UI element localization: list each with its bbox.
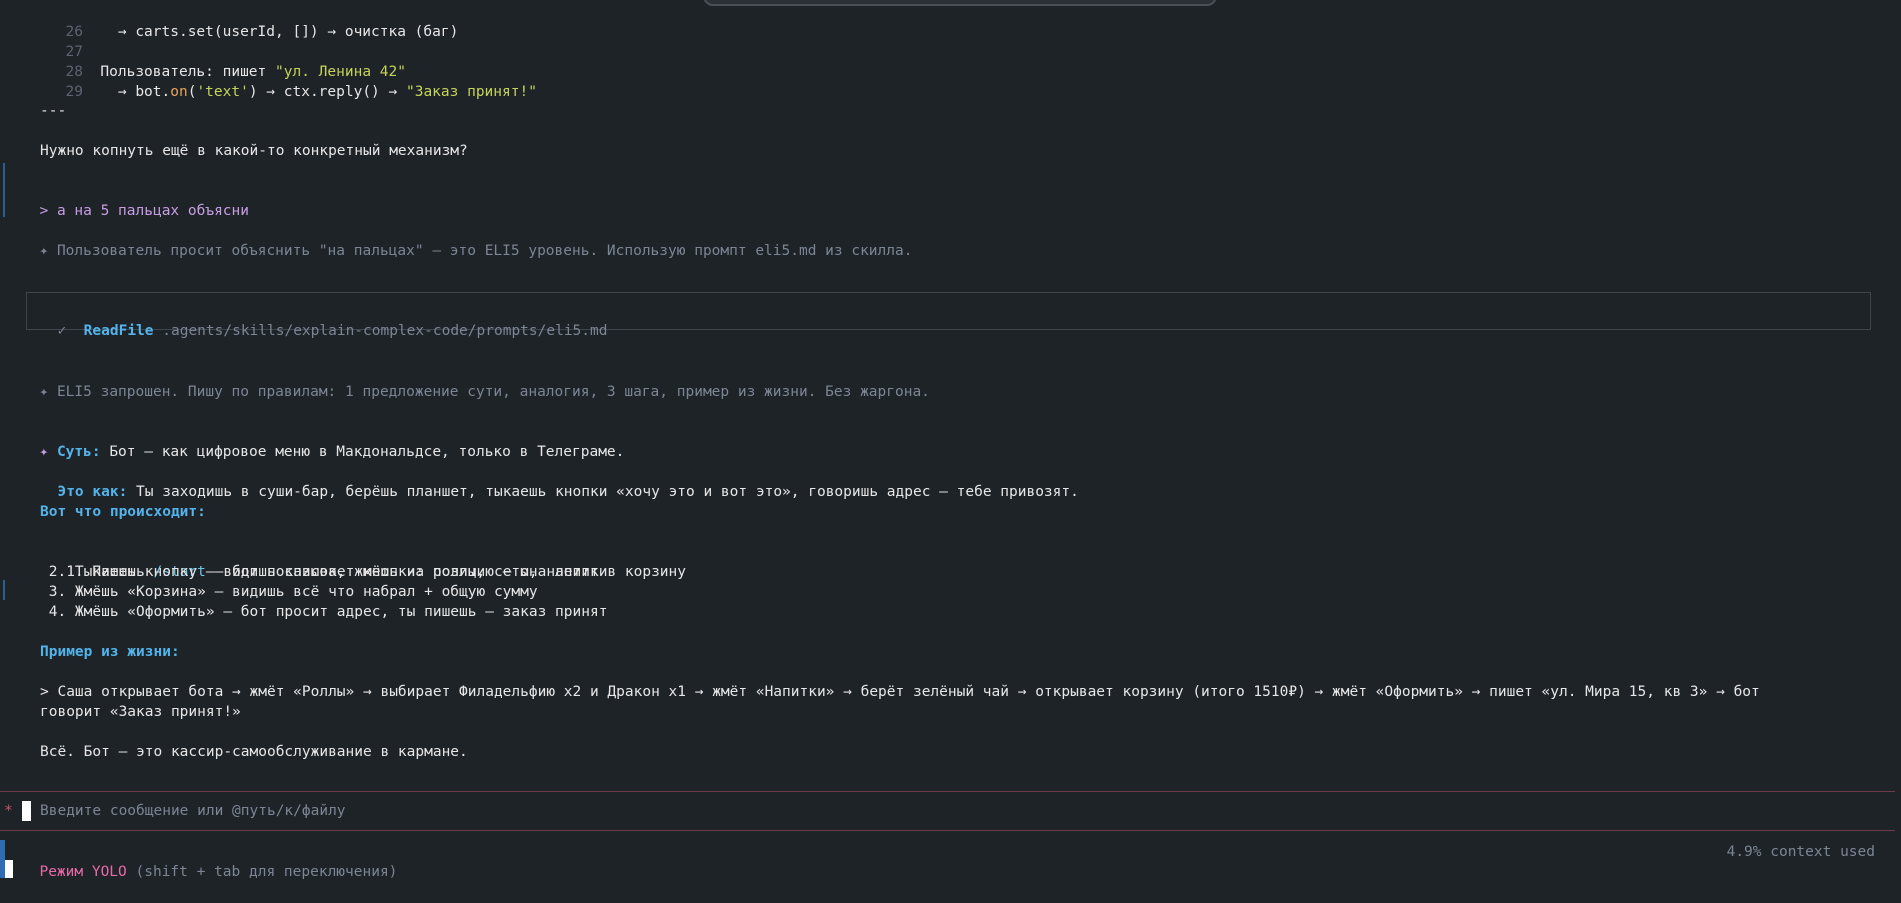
user-message-text: а на 5 пальцах объясни [56,203,249,219]
left-gutter-bar [3,163,5,217]
line-number: 29 [65,84,83,100]
assistant-question: Нужно копнуть ещё в какой-то конкретный … [40,143,468,159]
user-message: > а на 5 пальцах объясни [22,181,249,221]
tool-path: .agents/skills/explain-complex-code/prom… [162,323,608,339]
step-item: 3. Жмёшь «Корзина» — видишь всё что набр… [40,584,538,600]
terminal-cursor [5,860,13,878]
mode-label: Режим YOLO [39,864,127,880]
code-string: 'text' [196,84,249,100]
code-text: → carts.set(userId, []) → очистка (баг) [100,24,459,40]
context-usage: 4.9% context used [1726,844,1875,860]
left-gutter-bar [3,580,5,600]
code-text: → bot. [100,84,171,100]
sparkle-icon: ✦ [39,384,49,400]
code-function: on [170,84,188,100]
essence-label: Суть: [56,444,101,460]
top-popup-edge [703,0,1217,6]
thought-text: Пользователь просит объяснить "на пальца… [56,243,913,259]
code-string: "Заказ принят!" [405,84,537,100]
sparkle-icon: ✦ [39,444,49,460]
step-item: 2. Тыкаешь кнопку — видишь список, жмёшь… [40,564,687,580]
input-prompt-marker: * [4,803,13,819]
tool-name: ReadFile [83,323,154,339]
example-heading: Пример из жизни: [40,644,180,660]
analogy-text: Ты заходишь в суши-бар, берёшь планшет, … [127,484,1079,500]
analogy-label: Это как: [57,484,128,500]
thought-text: ELI5 запрошен. Пишу по правилам: 1 предл… [56,384,930,400]
message-input[interactable]: Введите сообщение или @путь/к/файлу [40,801,346,821]
tool-call-line: ✓ ReadFile .agents/skills/explain-comple… [40,301,607,341]
answer-analogy: Это как: Ты заходишь в суши-бар, берёшь … [40,462,1079,502]
thought-line: ✦ ELI5 запрошен. Пишу по правилам: 1 пре… [22,362,930,402]
example-line: > Саша открывает бота → жмёт «Роллы» → в… [40,684,1760,700]
conclusion: Всё. Бот — это кассир-самообслуживание в… [40,744,468,760]
code-line-26: 26 → carts.set(userId, []) → очистка (ба… [48,2,458,42]
thought-line: ✦ Пользователь просит объяснить "на паль… [22,221,912,261]
step-item: 4. Жмёшь «Оформить» — бот просит адрес, … [40,604,608,620]
answer-essence: ✦ Суть: Бот — как цифровое меню в Макдон… [22,422,624,462]
code-line-29: 29 → bot.on('text') → ctx.reply() → "Зак… [48,62,537,102]
essence-text: Бот — как цифровое меню в Макдональдсе, … [100,444,625,460]
separator: --- [40,103,67,119]
mode-indicator[interactable]: Режим YOLO (shift + tab для переключения… [22,842,397,882]
mode-hint: (shift + tab для переключения) [126,864,398,880]
steps-heading: Вот что происходит: [40,504,206,520]
text-cursor [22,801,31,821]
example-line: говорит «Заказ принят!» [40,704,241,720]
sparkle-icon: ✦ [39,243,49,259]
code-text: ) → ctx.reply() → [248,84,406,100]
check-icon: ✓ [57,323,67,339]
user-prompt-marker: > [39,203,49,219]
